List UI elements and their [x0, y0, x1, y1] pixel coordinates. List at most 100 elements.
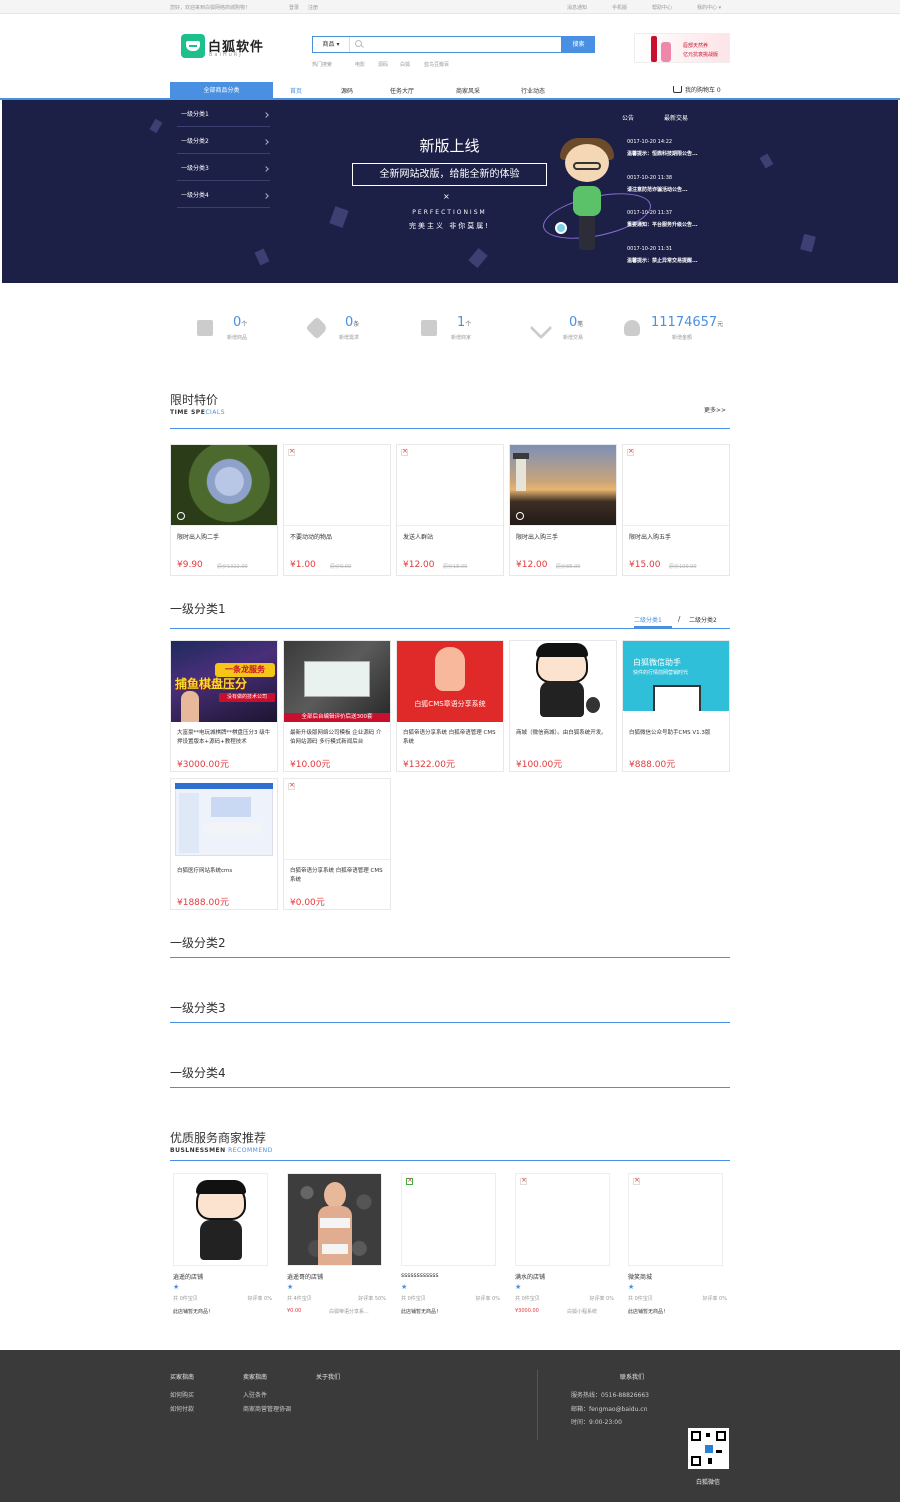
all-categories-button[interactable]: 全部商品分类 — [170, 82, 273, 99]
notice-item[interactable]: 0017-10-20 11:37 重要通知：平台服务升级公告... — [627, 210, 727, 228]
merchant-card[interactable]: 逍遥哥的店铺 ★ 共 4件宝贝 好评率 50% ¥0.00 白狐帝语分享系... — [287, 1173, 386, 1318]
product-card[interactable]: 白狐医疗网站系统cms ¥1888.00元 — [170, 778, 278, 910]
product-card[interactable]: 商城（微信商城）。由白狐系统开发。 ¥100.00元 — [509, 640, 617, 772]
merchant-item-count: 共 0件宝贝 — [515, 1296, 540, 1302]
special-product-card[interactable]: 不要动动的物品 ¥1.00 原价9.00 — [283, 444, 391, 576]
product-card[interactable]: 全部后台编辑评价后送300套 最新升级版网络公司模板 企业源码 介伯网站源码 多… — [283, 640, 391, 772]
footer-heading[interactable]: 关于我们 — [316, 1372, 340, 1381]
notice-item[interactable]: 0017-10-20 11:31 温馨提示：禁止异常交易提醒... — [627, 246, 727, 264]
stat-value: 0个 — [233, 315, 248, 330]
category-item[interactable]: 一级分类4 — [177, 181, 270, 208]
search-button[interactable]: 搜索 — [562, 36, 595, 53]
shop-icon — [421, 320, 437, 336]
merchant-bottom-text: 此店铺暂无商品！ — [173, 1309, 214, 1315]
footer-link[interactable]: 如何付款 — [170, 1404, 194, 1413]
stat-new-products: 0个 新增商品 — [197, 315, 307, 345]
tab-announcement[interactable]: 公告 — [622, 115, 634, 122]
footer-link[interactable]: 商家商营管理协调 — [243, 1404, 291, 1413]
cart-link[interactable]: 我的购物车 0 — [673, 85, 721, 94]
nav-home[interactable]: 首页 — [290, 86, 302, 95]
hot-search-item[interactable]: 蓝鸟豆瓣百 — [424, 61, 449, 68]
section-title-category3: 一级分类3 — [170, 1001, 226, 1015]
tab-subcategory2[interactable]: 二级分类2 — [689, 615, 717, 624]
stat-value: 11174657元 — [651, 315, 724, 330]
product-name: 大富豪**电玩城棋牌**棋盘压分3 级牛押设置版本+源码+教程技术 — [177, 730, 271, 745]
hot-search-item[interactable]: 源码 — [378, 61, 388, 68]
merchant-card[interactable]: 满水的店铺 ★ 共 0件宝贝 好评率 0% ¥3000.00 白狐小程系统 — [515, 1173, 614, 1318]
merchant-product-price: ¥0.00 — [287, 1308, 302, 1314]
product-card[interactable]: 一条龙服务 捕鱼棋盘压分 没有做的技术公司 大富豪**电玩城棋牌**棋盘压分3 … — [170, 640, 278, 772]
nav-source[interactable]: 源码 — [341, 86, 353, 95]
category-item[interactable]: 一级分类3 — [177, 154, 270, 181]
section-subtitle-specials: TIME SPECIALS — [170, 409, 226, 416]
header-ad-banner[interactable]: 唇部天然养 亿元抗衰挑战版 — [634, 33, 730, 63]
nav-task-hall[interactable]: 任务大厅 — [390, 86, 414, 95]
product-card[interactable]: 白狐帝语分享系统 白狐帝语管理 CMS系统 ¥0.00元 — [283, 778, 391, 910]
merchant-item-count: 共 4件宝贝 — [287, 1296, 312, 1302]
product-name: 限时出入购五手 — [629, 534, 672, 541]
footer-link[interactable]: 入驻条件 — [243, 1390, 267, 1399]
notice-item[interactable]: 0017-10-20 14:22 温馨提示：恒鼎科技期限公告... — [627, 139, 727, 157]
product-image — [397, 445, 503, 526]
category-item[interactable]: 一级分类2 — [177, 127, 270, 154]
product-card[interactable]: 白狐微信助手 快件的行情前网营销时代 白狐微信公众号助手CMS V1.3版 ¥8… — [622, 640, 730, 772]
stat-label: 新增交易 — [563, 335, 584, 341]
product-price: ¥1322.00元 — [403, 760, 455, 770]
merchant-rating: 好评率 50% — [358, 1296, 386, 1302]
merchant-card[interactable]: 微笑商城 ★ 共 0件宝贝 好评率 0% 此店铺暂无商品！ — [628, 1173, 727, 1318]
top-link-help[interactable]: 帮助中心 — [652, 4, 672, 11]
notice-item[interactable]: 0017-10-20 11:38 请注意防范诈骗活动公告... — [627, 175, 727, 193]
search-input[interactable] — [367, 38, 557, 51]
category-label: 一级分类3 — [181, 165, 209, 172]
category-item[interactable]: 一级分类1 — [177, 100, 270, 127]
product-card[interactable]: 白狐CMS章语分享系统 白狐帝语分享系统 白狐帝语管理 CMS系统 ¥1322.… — [396, 640, 504, 772]
merchant-item-count: 共 0件宝贝 — [628, 1296, 653, 1302]
search-category-select[interactable]: 商品 ▾ — [313, 37, 350, 52]
star-icon: ★ — [287, 1283, 294, 1291]
merchant-product-name: 白狐帝语分享系... — [329, 1309, 369, 1315]
broken-image-icon — [633, 1176, 640, 1185]
hot-search-item[interactable]: 白狐 — [400, 61, 410, 68]
register-link[interactable]: 注册 — [308, 4, 318, 11]
product-image: 一条龙服务 捕鱼棋盘压分 没有做的技术公司 — [171, 641, 277, 722]
play-icon — [516, 512, 524, 520]
merchant-image — [628, 1173, 723, 1266]
merchant-rating: 好评率 0% — [247, 1296, 272, 1302]
tab-subcategory1[interactable]: 二级分类1 — [634, 615, 672, 628]
top-link-mobile[interactable]: 手机版 — [612, 4, 627, 11]
product-price: ¥15.00 — [629, 560, 661, 570]
special-product-card[interactable]: 限时出入购三手 ¥12.00 原价88.00 — [509, 444, 617, 576]
notice-date: 0017-10-20 14:22 — [627, 139, 673, 145]
more-link[interactable]: 更多>> — [704, 405, 726, 414]
special-product-card[interactable]: 限时出入购五手 ¥15.00 原价100.00 — [622, 444, 730, 576]
login-link[interactable]: 登录 — [289, 4, 299, 11]
section-title-category2: 一级分类2 — [170, 936, 226, 950]
category-label: 一级分类2 — [181, 138, 209, 145]
section-divider — [170, 1022, 730, 1023]
footer-link[interactable]: 如何购买 — [170, 1390, 194, 1399]
product-name: 白狐微信公众号助手CMS V1.3版 — [629, 730, 711, 736]
broken-image-icon — [401, 447, 408, 456]
chevron-right-icon — [263, 193, 269, 199]
merchant-card[interactable]: ssssssssssss ★ 共 0件宝贝 好评率 0% 此店铺暂无商品！ — [401, 1173, 500, 1318]
merchant-card[interactable]: 逍遥的店铺 ★ 共 0件宝贝 好评率 0% 此店铺暂无商品！ — [173, 1173, 272, 1318]
merchant-rating: 好评率 0% — [475, 1296, 500, 1302]
special-product-card[interactable]: 限时出入购二手 ¥9.90 原价1322.00 — [170, 444, 278, 576]
section-divider — [170, 957, 730, 958]
hot-search-item[interactable]: 电影 — [355, 61, 365, 68]
top-link-messages[interactable]: 消息通知 — [567, 4, 587, 11]
logo[interactable]: 白狐软件 BaiHuRJ — [181, 34, 263, 60]
stat-label: 新增金额 — [672, 335, 693, 341]
decor-shard — [149, 118, 163, 134]
shield-icon — [555, 222, 567, 234]
top-link-user-center[interactable]: 我的中心 ▾ — [697, 4, 721, 11]
nav-merchants[interactable]: 商家风采 — [456, 86, 480, 95]
fox-logo-icon — [181, 34, 205, 58]
nav-news[interactable]: 行业动态 — [521, 86, 545, 95]
special-product-card[interactable]: 发送人群站 ¥12.00 原价18.00 — [396, 444, 504, 576]
broken-image-icon — [288, 447, 295, 456]
product-image — [284, 779, 390, 860]
merchant-name: ssssssssssss — [401, 1272, 439, 1279]
product-price: ¥3000.00元 — [177, 760, 229, 770]
tab-latest-trades[interactable]: 最新交易 — [664, 115, 688, 122]
